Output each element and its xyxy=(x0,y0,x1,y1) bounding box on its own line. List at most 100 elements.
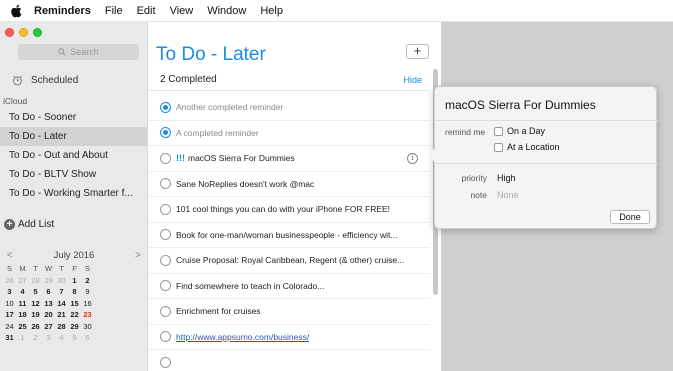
priority-value[interactable]: High xyxy=(497,173,516,183)
sidebar-item-to-do-working-smarter[interactable]: To Do - Working Smarter f... xyxy=(0,184,147,203)
calendar-day[interactable]: 6 xyxy=(42,287,55,296)
calendar-day[interactable]: 15 xyxy=(68,299,81,308)
calendar-day[interactable]: 7 xyxy=(55,287,68,296)
reminder-row[interactable]: http://www.appsumo.com/business/ xyxy=(148,325,430,350)
menu-view[interactable]: View xyxy=(170,5,194,17)
calendar-next-button[interactable]: > xyxy=(135,250,141,261)
reminder-title[interactable]: Enrichment for cruises xyxy=(176,306,261,316)
add-reminder-button[interactable]: + xyxy=(406,44,429,59)
reminder-title[interactable]: Another completed reminder xyxy=(176,102,283,112)
calendar-day[interactable]: 9 xyxy=(81,287,94,296)
calendar-day[interactable]: 3 xyxy=(3,287,16,296)
menu-help[interactable]: Help xyxy=(260,5,283,17)
calendar-day[interactable]: 20 xyxy=(42,310,55,319)
calendar-day[interactable]: 28 xyxy=(55,322,68,331)
reminder-checkbox[interactable] xyxy=(160,178,171,190)
reminder-title[interactable]: macOS Sierra For Dummies xyxy=(188,153,295,163)
calendar-day[interactable]: 1 xyxy=(16,333,29,342)
reminder-row[interactable]: Cruise Proposal: Royal Caribbean, Regent… xyxy=(148,248,430,274)
search-input[interactable]: Search xyxy=(18,44,139,60)
calendar-day[interactable]: 10 xyxy=(3,299,16,308)
calendar-day[interactable]: 30 xyxy=(81,322,94,331)
calendar-day[interactable]: 24 xyxy=(3,322,16,331)
reminder-checkbox[interactable] xyxy=(160,356,171,368)
minimize-button[interactable] xyxy=(19,28,28,37)
calendar-day[interactable]: 3 xyxy=(42,333,55,342)
calendar-day[interactable]: 6 xyxy=(81,333,94,342)
calendar-day[interactable]: 1 xyxy=(68,276,81,285)
reminder-row-selected[interactable]: !!! macOS Sierra For Dummies i xyxy=(148,146,430,172)
reminder-title[interactable]: Find somewhere to teach in Colorado... xyxy=(176,281,324,291)
calendar-day[interactable]: 29 xyxy=(42,276,55,285)
sidebar-item-to-do-sooner[interactable]: To Do - Sooner xyxy=(0,108,147,127)
calendar-day[interactable]: 16 xyxy=(81,299,94,308)
calendar-day[interactable]: 30 xyxy=(55,276,68,285)
reminder-row[interactable]: 101 cool things you can do with your iPh… xyxy=(148,197,430,223)
reminder-title[interactable]: Sane NoReplies doesn't work @mac xyxy=(176,179,314,189)
apple-icon[interactable] xyxy=(10,4,22,18)
zoom-button[interactable] xyxy=(33,28,42,37)
calendar-day[interactable]: 5 xyxy=(68,333,81,342)
calendar-day[interactable]: 28 xyxy=(29,276,42,285)
reminder-checkbox[interactable] xyxy=(160,203,171,215)
calendar-day[interactable]: 17 xyxy=(3,310,16,319)
calendar-day[interactable]: 8 xyxy=(68,287,81,296)
checkbox-box[interactable] xyxy=(494,142,503,152)
calendar-day[interactable]: 11 xyxy=(16,299,29,308)
calendar-day[interactable]: 4 xyxy=(55,333,68,342)
reminder-title[interactable]: A completed reminder xyxy=(176,128,259,138)
calendar-day[interactable]: 21 xyxy=(55,310,68,319)
calendar-day[interactable]: 14 xyxy=(55,299,68,308)
calendar-day[interactable]: 5 xyxy=(29,287,42,296)
reminder-checkbox[interactable] xyxy=(160,331,171,343)
reminder-checkbox[interactable] xyxy=(160,229,171,241)
reminder-row[interactable]: Sane NoReplies doesn't work @mac xyxy=(148,172,430,197)
completed-checkbox[interactable] xyxy=(160,127,171,139)
reminder-row-empty[interactable] xyxy=(148,350,430,371)
reminder-row[interactable]: Another completed reminder xyxy=(148,95,430,121)
popover-title[interactable]: macOS Sierra For Dummies xyxy=(445,98,596,112)
reminder-row[interactable]: Find somewhere to teach in Colorado... xyxy=(148,274,430,299)
reminder-checkbox[interactable] xyxy=(160,152,171,164)
calendar-day[interactable]: 19 xyxy=(29,310,42,319)
hide-completed-button[interactable]: Hide xyxy=(403,75,422,85)
calendar-day[interactable]: 2 xyxy=(81,276,94,285)
reminder-title[interactable]: 101 cool things you can do with your iPh… xyxy=(176,204,390,214)
calendar-day[interactable]: 4 xyxy=(16,287,29,296)
sidebar-item-to-do-bltv-show[interactable]: To Do - BLTV Show xyxy=(0,165,147,184)
calendar-day[interactable]: 31 xyxy=(3,333,16,342)
close-button[interactable] xyxy=(5,28,14,37)
checkbox-box[interactable] xyxy=(494,126,503,136)
menu-app-name[interactable]: Reminders xyxy=(34,5,91,17)
calendar-day[interactable]: 25 xyxy=(16,322,29,331)
calendar-day[interactable]: 13 xyxy=(42,299,55,308)
menu-window[interactable]: Window xyxy=(207,5,246,17)
calendar-day-today[interactable]: 23 xyxy=(81,310,94,319)
reminder-row[interactable]: A completed reminder xyxy=(148,121,430,146)
reminder-link[interactable]: http://www.appsumo.com/business/ xyxy=(176,332,309,342)
at-a-location-checkbox[interactable]: At a Location xyxy=(494,142,560,152)
calendar-day[interactable]: 27 xyxy=(42,322,55,331)
info-icon[interactable]: i xyxy=(407,153,418,164)
done-button[interactable]: Done xyxy=(610,210,650,224)
calendar-prev-button[interactable]: < xyxy=(7,250,13,261)
calendar-day[interactable]: 26 xyxy=(29,322,42,331)
menu-edit[interactable]: Edit xyxy=(137,5,156,17)
calendar-day[interactable]: 27 xyxy=(16,276,29,285)
calendar-day[interactable]: 29 xyxy=(68,322,81,331)
completed-checkbox[interactable] xyxy=(160,101,171,113)
calendar-day[interactable]: 26 xyxy=(3,276,16,285)
add-list-button[interactable]: + Add List xyxy=(4,219,54,230)
note-field[interactable]: None xyxy=(497,190,519,200)
reminder-title[interactable]: Book for one-man/woman businesspeople - … xyxy=(176,230,397,240)
sidebar-item-scheduled[interactable]: Scheduled xyxy=(8,75,78,86)
menu-file[interactable]: File xyxy=(105,5,123,17)
calendar-day[interactable]: 22 xyxy=(68,310,81,319)
reminder-checkbox[interactable] xyxy=(160,305,171,317)
reminder-checkbox[interactable] xyxy=(160,254,171,266)
on-a-day-checkbox[interactable]: On a Day xyxy=(494,126,545,136)
calendar-day[interactable]: 2 xyxy=(29,333,42,342)
sidebar-item-to-do-later[interactable]: To Do - Later xyxy=(0,127,147,146)
reminder-title[interactable]: Cruise Proposal: Royal Caribbean, Regent… xyxy=(176,255,404,265)
calendar-day[interactable]: 12 xyxy=(29,299,42,308)
